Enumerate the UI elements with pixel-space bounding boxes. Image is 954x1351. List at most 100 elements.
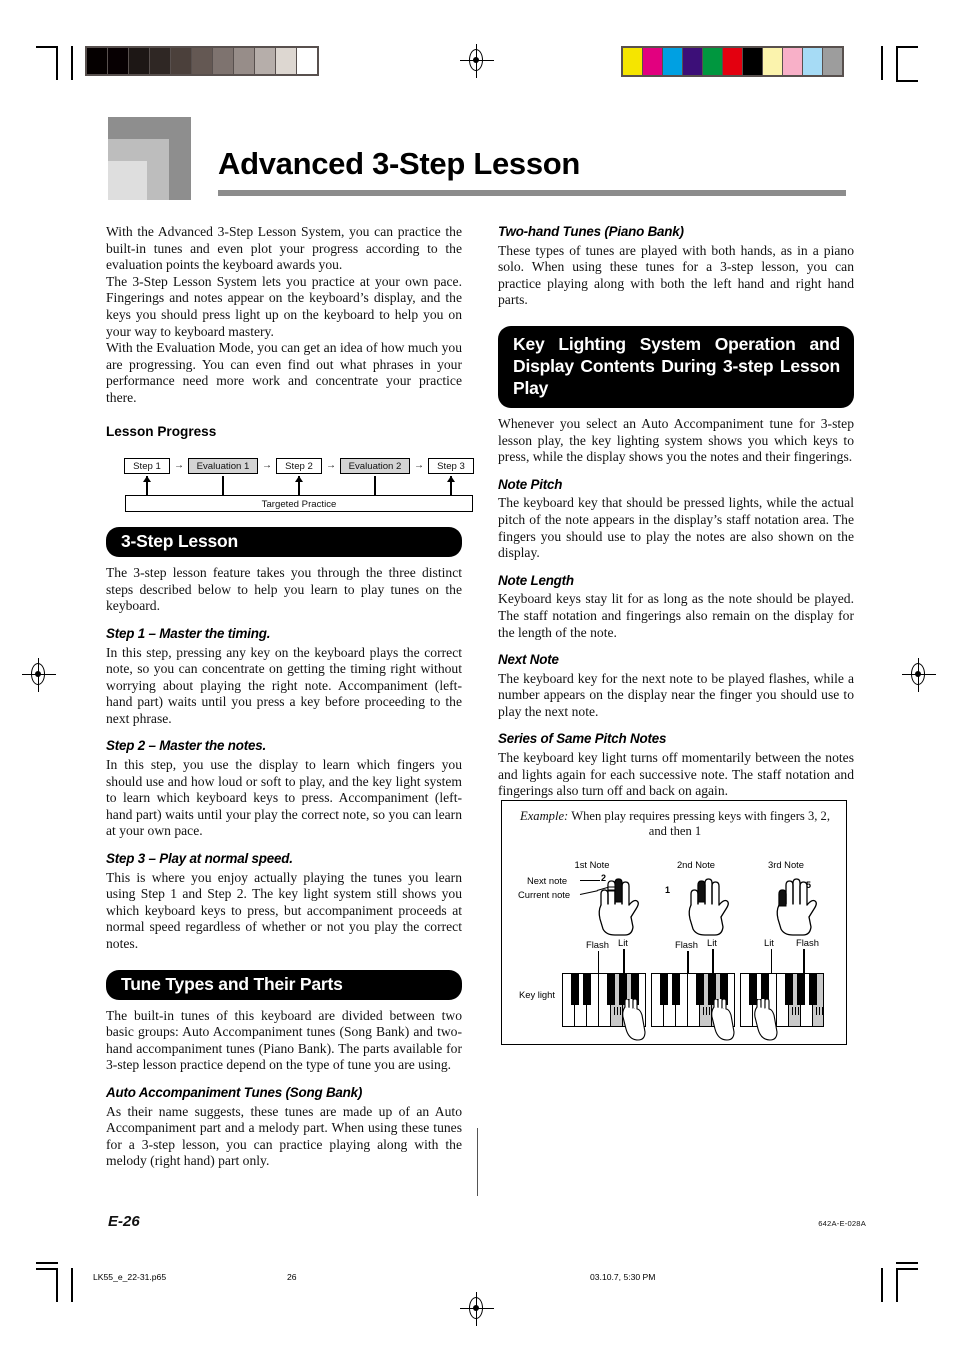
black-key-3 — [797, 974, 805, 1005]
note-heading-2: 2nd Note — [676, 859, 716, 870]
registration-mark-left — [22, 658, 56, 692]
flow-node-4: Step 3 — [428, 458, 474, 475]
page-title: Advanced 3-Step Lesson — [218, 146, 581, 181]
flow-targeted-practice: Targeted Practice — [125, 495, 473, 513]
crop-mark-br-v2 — [881, 1268, 883, 1302]
note-length-body: Keyboard keys stay lit for as long as th… — [498, 591, 854, 640]
lesson-progress-heading: Lesson Progress — [106, 423, 217, 439]
key-light-tick — [815, 1007, 817, 1015]
section-header-key-lighting: Key Lighting System Operation and Displa… — [498, 325, 854, 408]
section1-body: The 3-step lesson feature takes you thro… — [106, 565, 462, 614]
grayscale-swatch-2 — [129, 48, 149, 74]
key-light-tick — [821, 1007, 823, 1015]
next-note-title: Next Note — [498, 652, 559, 668]
black-key-2 — [607, 974, 615, 1005]
crop-mark-tr-v2 — [881, 46, 883, 80]
section-header-3step-lesson: 3-Step Lesson — [106, 527, 462, 558]
next-note-body: The keyboard key for the next note to be… — [498, 670, 854, 719]
grayscale-swatch-4 — [171, 48, 191, 74]
title-underline — [218, 190, 846, 196]
color-swatch-9 — [803, 48, 822, 75]
key-lighting-example-figure: Example: When play requires pressing key… — [501, 800, 847, 1045]
black-key-4 — [809, 974, 817, 1005]
intro-paragraph-1: With the Advanced 3-Step Lesson System, … — [106, 224, 462, 273]
step3-body: This is where you enjoy actually playing… — [106, 869, 462, 951]
color-swatch-1 — [643, 48, 662, 75]
crop-mark-tl-v2 — [71, 46, 73, 80]
key-light-tick — [818, 1007, 820, 1015]
black-key-1 — [672, 974, 680, 1005]
note-pitch-body: The keyboard key that should be pressed … — [498, 495, 854, 561]
pointing-hand-2 — [711, 999, 735, 1041]
pointing-hand-3 — [754, 999, 778, 1041]
crop-mark-tl-h — [36, 46, 58, 48]
figure-caption-emphasis: Example: — [520, 809, 569, 823]
black-key-2 — [696, 974, 704, 1005]
grayscale-swatch-9 — [276, 48, 296, 74]
label-current-note: Current note — [518, 889, 571, 900]
color-swatch-5 — [723, 48, 742, 75]
key-light-tick — [616, 1007, 618, 1015]
flow-arrow-1: → — [262, 460, 272, 472]
step1-body: In this step, pressing any key on the ke… — [106, 644, 462, 726]
slug-timestamp: 03.10.7, 5:30 PM — [590, 1272, 656, 1282]
crop-mark-br-h — [896, 1262, 918, 1264]
color-swatch-7 — [763, 48, 782, 75]
header-block-light — [108, 161, 147, 200]
twohand-title: Two-hand Tunes (Piano Bank) — [498, 224, 684, 239]
manual-page: Advanced 3-Step Lesson With the Advanced… — [0, 0, 954, 1351]
step2-title: Step 2 – Master the notes. — [106, 738, 266, 754]
flow-node-2: Step 2 — [276, 458, 322, 475]
series-body: The keyboard key light turns off momenta… — [498, 750, 854, 799]
registration-mark-top — [460, 44, 494, 78]
state-label-2a: Flash — [675, 939, 698, 950]
hand-illustration-2 — [688, 878, 729, 936]
figure-caption: Example: When play requires pressing key… — [520, 809, 830, 839]
crop-mark-bl-h2 — [36, 1268, 58, 1270]
page-number: E-26 — [108, 1213, 140, 1230]
key-light-tick — [613, 1007, 615, 1015]
grayscale-swatch-5 — [192, 48, 212, 74]
section2-body: The built-in tunes of this keyboard are … — [106, 1007, 462, 1073]
flow-arrow-0: → — [174, 460, 184, 472]
right-column: Two-hand Tunes (Piano Bank) These types … — [498, 224, 854, 800]
slug-filename: LK55_e_22-31.p65 — [93, 1272, 167, 1282]
grayscale-swatch-1 — [108, 48, 128, 74]
section-header-tune-types: Tune Types and Their Parts — [106, 969, 462, 1000]
key-light-tick — [702, 1007, 704, 1015]
note-pitch-title: Note Pitch — [498, 476, 563, 492]
step2-body: In this step, you use the display to lea… — [106, 757, 462, 839]
auto-accompaniment-body: As their name suggests, these tunes are … — [106, 1103, 462, 1169]
registration-mark-right — [902, 658, 936, 692]
figure-caption-text: When play requires pressing keys with fi… — [571, 809, 830, 838]
lesson-progress-diagram: Step 1 → Evaluation 1 → Step 2 → Evaluation 2 →… — [124, 446, 474, 516]
crop-mark-br-h2 — [896, 1268, 918, 1270]
state-label-1b: Lit — [618, 937, 628, 948]
crop-mark-bl-v2 — [71, 1268, 73, 1302]
twohand-body: These types of tunes are played with bot… — [498, 242, 854, 308]
black-key-1 — [583, 974, 591, 1005]
note-heading-3: 3rd Note — [768, 859, 804, 870]
section3-body: Whenever you select an Auto Accompanimen… — [498, 415, 854, 465]
color-swatch-2 — [663, 48, 682, 75]
crop-mark-tr-h — [896, 46, 918, 48]
flow-node-0: Step 1 — [124, 458, 170, 475]
label-key-light: Key light — [519, 989, 555, 1000]
flow-arrow-2: → — [326, 460, 336, 472]
left-column: With the Advanced 3-Step Lesson System, … — [106, 224, 474, 1170]
key-light-tick — [797, 1007, 799, 1015]
slug-page-number: 26 — [287, 1272, 297, 1282]
color-swatch-10 — [823, 48, 842, 75]
state-label-3b: Flash — [796, 937, 819, 948]
color-calibration-bar — [621, 46, 844, 77]
crop-mark-tl-v — [56, 46, 58, 80]
flow-node-3: Evaluation 2 — [340, 458, 410, 475]
pointing-hand-1 — [622, 999, 646, 1041]
crop-mark-br-v — [896, 1268, 898, 1302]
grayscale-swatch-8 — [255, 48, 275, 74]
grayscale-swatch-3 — [150, 48, 170, 74]
crop-mark-bl-h — [36, 1262, 58, 1264]
flow-arrow-3: → — [414, 460, 424, 472]
color-swatch-8 — [783, 48, 802, 75]
note-heading-1: 1st Note — [574, 859, 610, 870]
